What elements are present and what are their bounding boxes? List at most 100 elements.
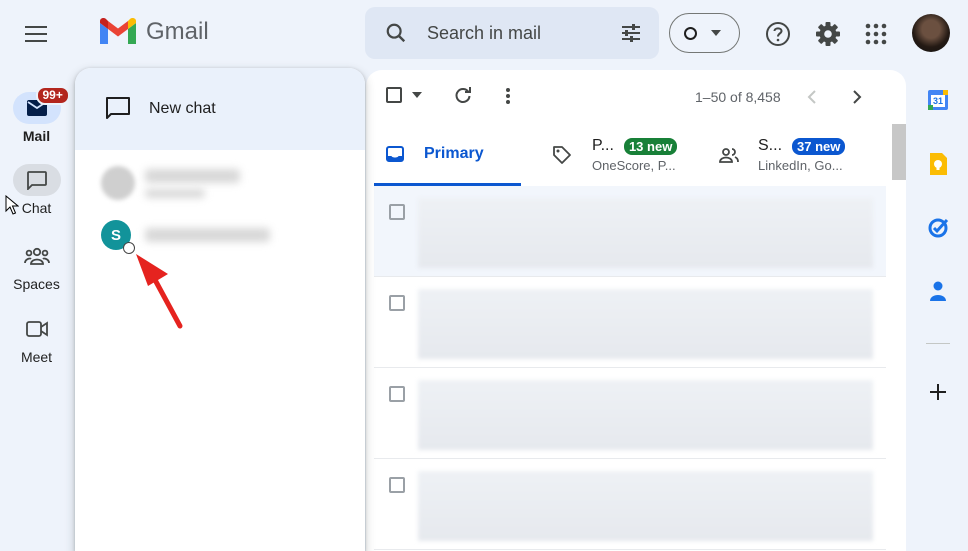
redacted-email-content xyxy=(418,198,873,268)
redacted-email-content xyxy=(418,289,873,359)
contacts-person-icon xyxy=(930,281,946,301)
people-icon xyxy=(719,148,739,163)
calendar-day: 31 xyxy=(932,96,943,106)
email-row[interactable] xyxy=(374,459,886,550)
chat-contact-row[interactable] xyxy=(101,166,240,200)
rail-spaces-label: Spaces xyxy=(13,276,60,292)
apps-grid-icon xyxy=(865,23,887,45)
refresh-button[interactable] xyxy=(454,87,472,105)
main-menu-button[interactable] xyxy=(16,14,56,54)
tab-social-text: S... 37 new LinkedIn, Go... xyxy=(758,137,846,173)
new-chat-label: New chat xyxy=(149,100,216,117)
social-new-badge: 37 new xyxy=(792,137,846,155)
pagination-text: 1–50 of 8,458 xyxy=(695,89,781,105)
redacted-contact-name xyxy=(145,168,240,198)
scrollbar-thumb[interactable] xyxy=(892,124,906,180)
rail-meet-icon-wrap[interactable] xyxy=(13,313,61,345)
dropdown-arrow-icon xyxy=(711,30,721,36)
tab-promotions-label: P... xyxy=(592,137,614,154)
tasks-addon[interactable] xyxy=(922,212,954,244)
gmail-logo[interactable]: Gmail xyxy=(100,18,209,46)
chat-bubble-icon xyxy=(26,170,47,190)
row-checkbox[interactable] xyxy=(389,295,405,311)
support-button[interactable] xyxy=(758,14,798,54)
refresh-icon xyxy=(455,87,471,103)
tab-social[interactable]: S... 37 new LinkedIn, Go... xyxy=(718,124,888,186)
plus-icon xyxy=(930,384,946,400)
search-options-icon[interactable] xyxy=(619,21,643,45)
chat-contact-row[interactable]: S xyxy=(101,220,270,254)
rail-chat-icon-wrap[interactable] xyxy=(12,164,61,196)
status-indicator-icon xyxy=(684,26,697,40)
mouse-pointer-icon xyxy=(5,195,19,215)
settings-button[interactable] xyxy=(808,14,848,54)
unread-badge: 99+ xyxy=(35,86,70,105)
older-button[interactable] xyxy=(852,90,862,104)
more-vert-icon xyxy=(506,88,510,104)
tab-promotions-senders: OneScore, P... xyxy=(592,158,676,173)
category-tabs: Primary P... 13 new OneScore, P... S... … xyxy=(366,124,906,186)
tab-social-senders: LinkedIn, Go... xyxy=(758,158,843,173)
chevron-right-icon xyxy=(853,90,862,104)
tab-primary-label: Primary xyxy=(424,144,484,162)
app-name: Gmail xyxy=(146,18,209,45)
redacted-email-content xyxy=(418,380,873,450)
search-icon[interactable] xyxy=(385,22,407,44)
inbox-icon xyxy=(386,145,404,162)
row-checkbox[interactable] xyxy=(389,477,405,493)
email-row[interactable] xyxy=(374,368,886,459)
side-panel-divider xyxy=(926,343,950,344)
keep-lightbulb-icon xyxy=(930,153,947,175)
select-all-checkbox[interactable] xyxy=(386,87,422,103)
email-row[interactable] xyxy=(374,277,886,368)
new-chat-icon xyxy=(106,97,130,119)
rail-chat-label: Chat xyxy=(21,200,52,216)
help-icon xyxy=(766,22,790,46)
search-bar[interactable] xyxy=(365,7,659,59)
rail-mail-icon-wrap[interactable]: 99+ xyxy=(12,86,70,124)
mail-toolbar: 1–50 of 8,458 xyxy=(366,70,906,124)
tab-social-header: S... 37 new xyxy=(758,137,846,155)
rail-spaces[interactable]: Spaces xyxy=(0,240,73,292)
mail-list-panel: 1–50 of 8,458 Primary P... 13 new OneSco… xyxy=(366,70,906,551)
rail-meet-label: Meet xyxy=(20,349,53,365)
contact-avatar xyxy=(101,166,135,200)
redacted-email-content xyxy=(418,471,873,541)
people-group-icon xyxy=(23,247,50,265)
tab-promotions-header: P... 13 new xyxy=(592,137,678,155)
tab-primary[interactable]: Primary xyxy=(374,124,521,186)
gmail-m-icon xyxy=(100,18,136,44)
more-options-button[interactable] xyxy=(505,87,511,105)
get-addons-button[interactable] xyxy=(922,376,954,408)
rail-spaces-icon-wrap[interactable] xyxy=(13,240,61,272)
keep-addon[interactable] xyxy=(922,148,954,180)
promotions-new-badge: 13 new xyxy=(623,137,678,155)
status-selector[interactable] xyxy=(669,13,740,53)
row-checkbox[interactable] xyxy=(389,204,405,220)
email-row[interactable] xyxy=(374,186,886,277)
account-avatar[interactable] xyxy=(912,14,950,52)
tab-social-label: S... xyxy=(758,137,783,154)
contact-avatar: S xyxy=(101,220,135,254)
rail-meet[interactable]: Meet xyxy=(0,313,73,365)
redacted-contact-name xyxy=(145,228,270,242)
select-dropdown-icon[interactable] xyxy=(412,92,422,98)
rail-mail[interactable]: 99+ Mail xyxy=(0,86,73,144)
calendar-addon[interactable]: 31 xyxy=(922,84,954,116)
contact-initial: S xyxy=(110,226,121,244)
tag-icon xyxy=(553,146,571,164)
hamburger-icon xyxy=(25,26,47,42)
chevron-left-icon xyxy=(807,90,816,104)
select-checkbox[interactable] xyxy=(386,87,402,103)
google-apps-button[interactable] xyxy=(856,14,896,54)
contacts-addon[interactable] xyxy=(922,275,954,307)
new-chat-button[interactable]: New chat xyxy=(75,68,365,150)
video-camera-icon xyxy=(25,321,48,337)
search-input[interactable] xyxy=(427,22,597,44)
newer-button[interactable] xyxy=(807,90,817,104)
tasks-check-icon xyxy=(928,218,949,238)
annotation-arrow-icon xyxy=(136,254,183,329)
tab-promotions[interactable]: P... 13 new OneScore, P... xyxy=(552,124,712,186)
tab-promotions-text: P... 13 new OneScore, P... xyxy=(592,137,678,173)
row-checkbox[interactable] xyxy=(389,386,405,402)
